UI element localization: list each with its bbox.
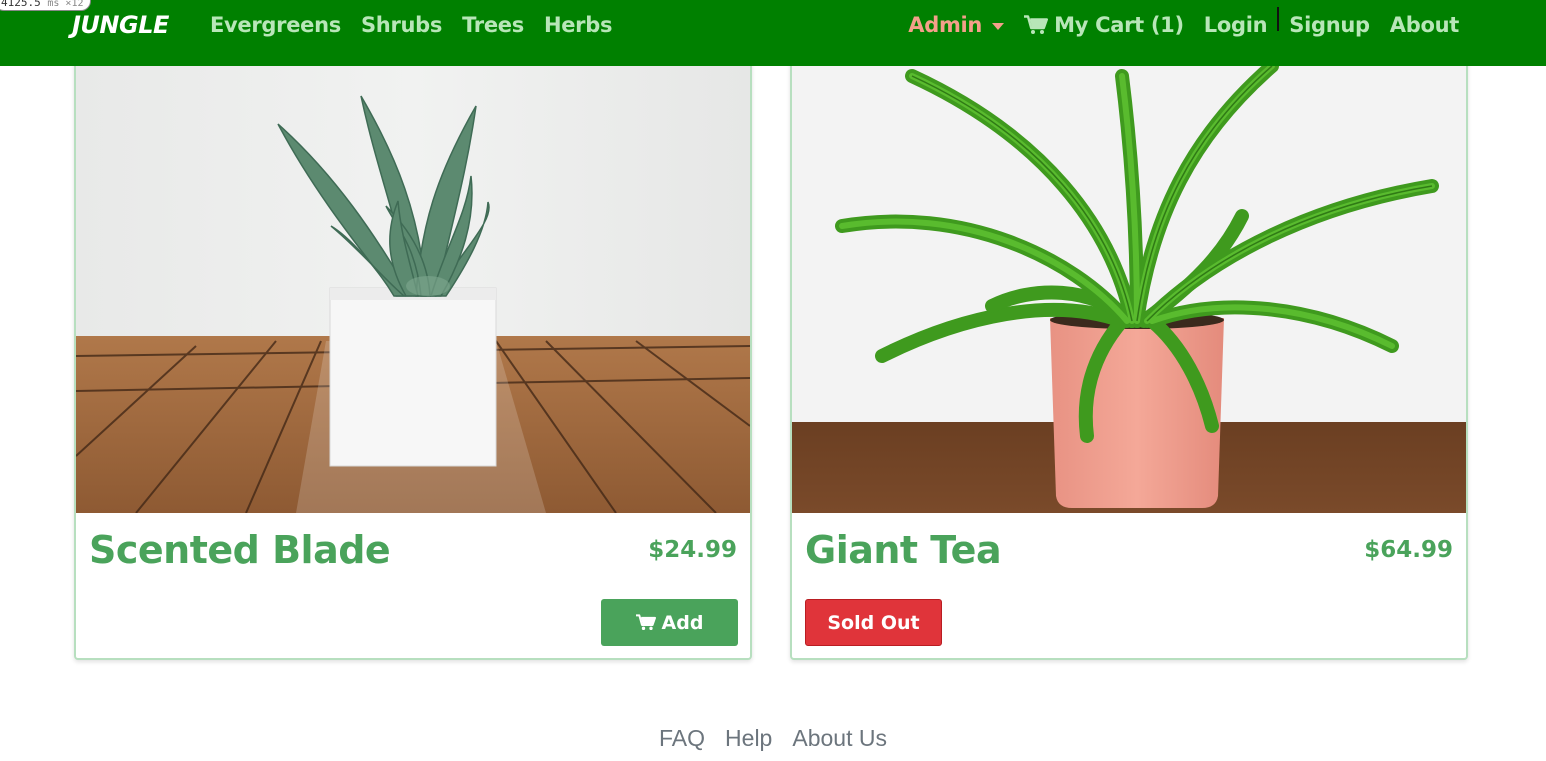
account-nav: Admin My Cart (1) Login Signup About bbox=[908, 7, 1460, 37]
top-navbar: JUNGLE Evergreens Shrubs Trees Herbs Adm… bbox=[0, 0, 1546, 66]
perf-counter-unit: ms ×12 bbox=[47, 0, 84, 9]
perf-counter-value: 4125.5 bbox=[1, 0, 41, 9]
product-image-fern[interactable] bbox=[792, 56, 1466, 513]
nav-trees[interactable]: Trees bbox=[462, 13, 524, 37]
add-to-cart-button[interactable]: Add bbox=[601, 599, 738, 646]
product-name[interactable]: Scented Blade bbox=[89, 528, 391, 572]
footer-links: FAQ Help About Us bbox=[0, 725, 1546, 752]
product-price: $64.99 bbox=[1364, 537, 1453, 563]
my-cart-label: My Cart (1) bbox=[1054, 13, 1184, 37]
nav-shrubs[interactable]: Shrubs bbox=[361, 13, 442, 37]
product-image-succulent[interactable] bbox=[76, 56, 750, 513]
product-price: $24.99 bbox=[648, 537, 737, 563]
add-to-cart-label: Add bbox=[661, 611, 704, 634]
shopping-cart-icon bbox=[1024, 15, 1049, 35]
login-link[interactable]: Login bbox=[1204, 13, 1268, 37]
sold-out-button[interactable]: Sold Out bbox=[805, 599, 942, 646]
text-cursor-divider bbox=[1277, 7, 1280, 31]
my-cart-link[interactable]: My Cart (1) bbox=[1024, 13, 1184, 37]
admin-dropdown[interactable]: Admin bbox=[908, 13, 1005, 37]
perf-counter-badge: 4125.5 ms ×12 bbox=[0, 0, 91, 11]
brand-logo[interactable]: JUNGLE bbox=[72, 11, 169, 39]
footer-about-us-link[interactable]: About Us bbox=[792, 725, 887, 752]
footer-help-link[interactable]: Help bbox=[725, 725, 772, 752]
nav-herbs[interactable]: Herbs bbox=[544, 13, 613, 37]
footer-faq-link[interactable]: FAQ bbox=[659, 725, 705, 752]
product-card: Giant Tea $64.99 Sold Out bbox=[790, 54, 1468, 660]
shopping-cart-icon bbox=[635, 614, 656, 631]
nav-evergreens[interactable]: Evergreens bbox=[210, 13, 341, 37]
category-nav: Evergreens Shrubs Trees Herbs bbox=[210, 13, 612, 37]
about-link[interactable]: About bbox=[1390, 13, 1460, 37]
product-name[interactable]: Giant Tea bbox=[805, 528, 1002, 572]
product-card: Scented Blade $24.99 Add bbox=[74, 54, 752, 660]
caret-down-icon bbox=[992, 22, 1005, 30]
admin-label: Admin bbox=[908, 13, 983, 37]
signup-link[interactable]: Signup bbox=[1289, 13, 1370, 37]
